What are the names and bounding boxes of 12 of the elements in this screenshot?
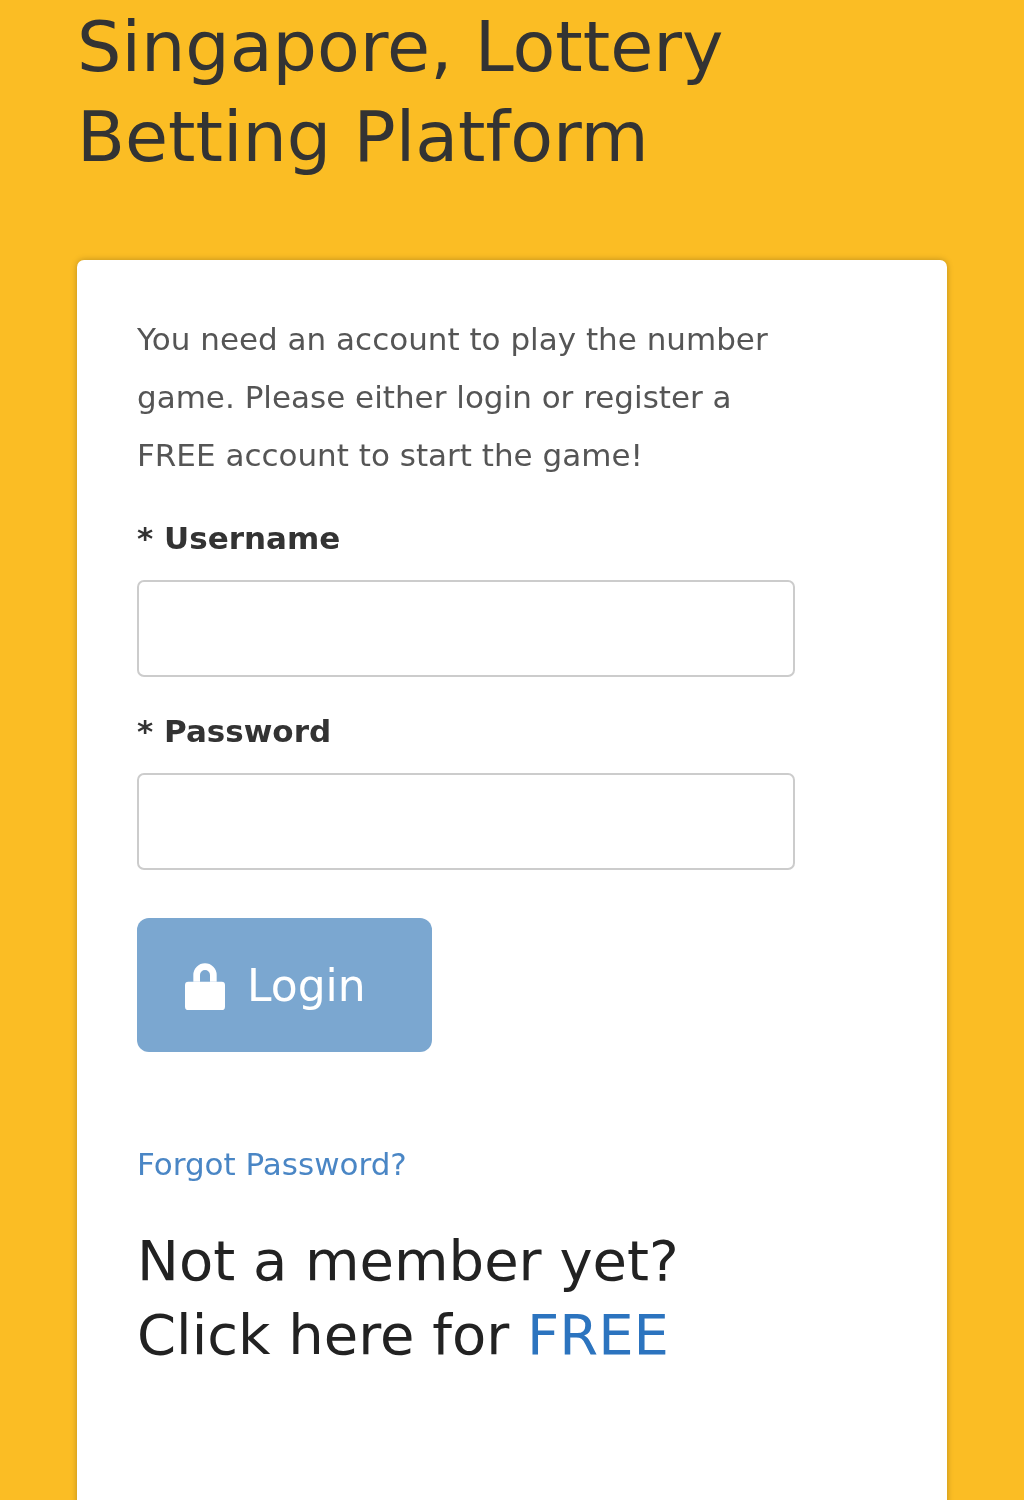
input-field[interactable] (137, 580, 795, 677)
page-heading: Singapore, Lottery (77, 5, 724, 90)
page-heading: Betting Platform (77, 95, 649, 180)
signup-text: Click here for FREE (137, 1301, 669, 1369)
signup-prompt: Not a member yet? (137, 1227, 679, 1295)
field-label: * Username (137, 520, 341, 556)
registration-link[interactable]: FREE (527, 1302, 669, 1367)
lock-icon (183, 960, 227, 1010)
intro-text: You need an account to play the number game. Please either login or register a FREE account to start the game! (137, 320, 769, 475)
input-field[interactable] (137, 773, 795, 870)
field-label: * Password (137, 713, 332, 749)
forgot-password-link[interactable]: Forgot Password? (137, 1146, 407, 1182)
